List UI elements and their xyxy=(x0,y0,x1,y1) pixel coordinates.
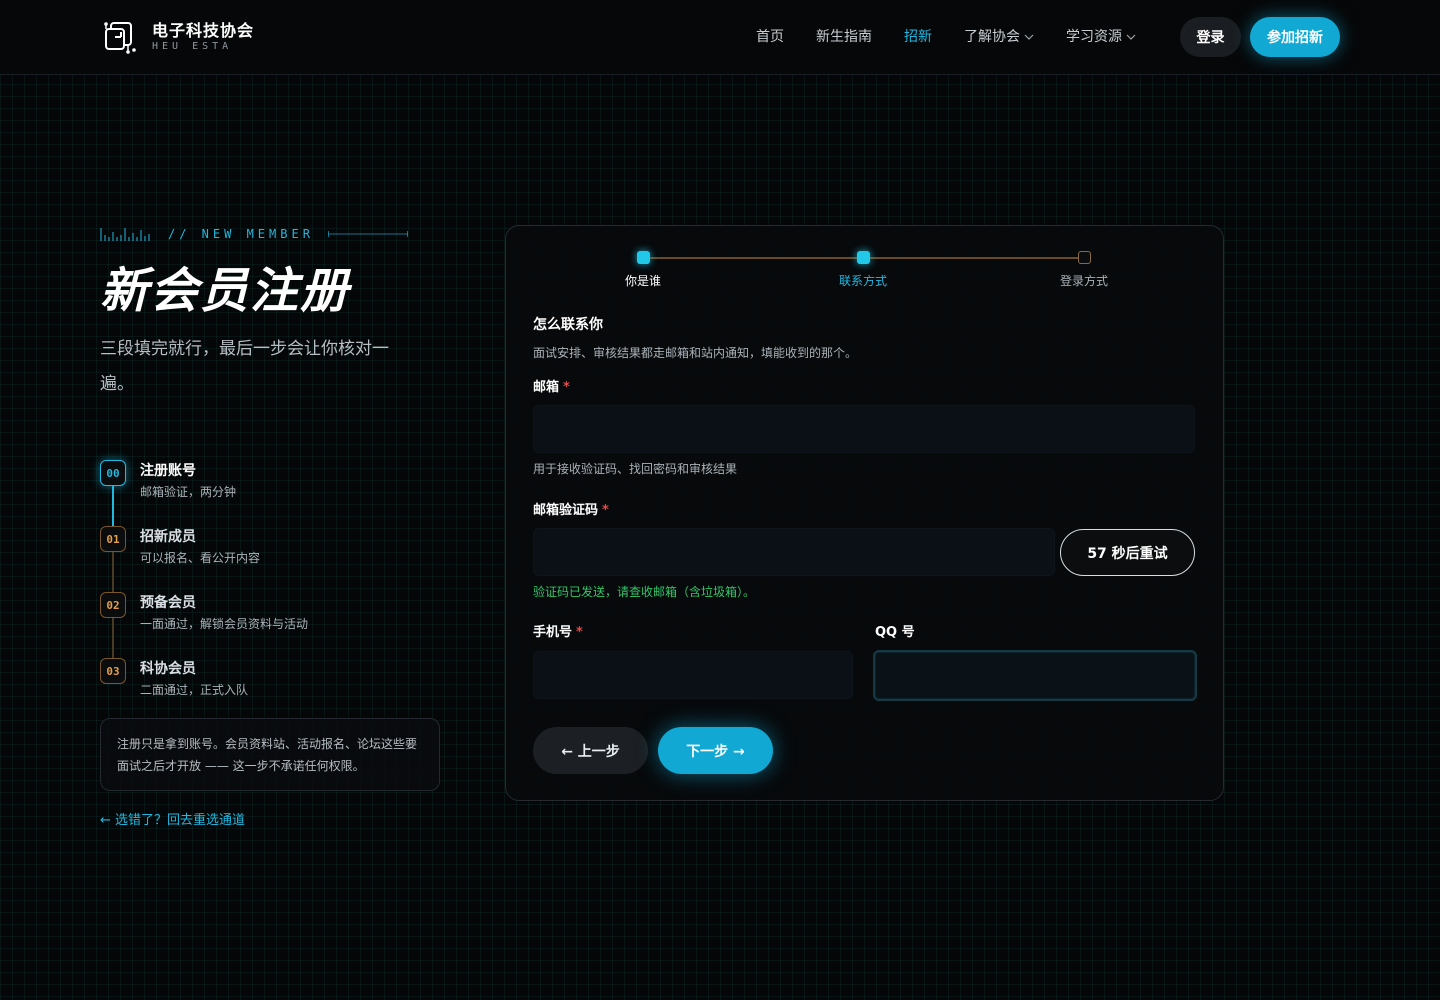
page-description: 三段填完就行，最后一步会让你核对一遍。 xyxy=(100,339,389,394)
progress-label-1: 你是谁 xyxy=(624,274,662,288)
kicker-label: // NEW MEMBER xyxy=(168,227,314,241)
step-title: 招新成员 xyxy=(140,529,196,545)
previous-step-button[interactable]: ← 上一步 xyxy=(533,727,648,774)
resend-code-button[interactable]: 57 秒后重试 xyxy=(1060,529,1195,576)
step-description: 一面通过，解锁会员资料与活动 xyxy=(140,617,309,631)
step-badge: 03 xyxy=(100,658,126,684)
nav-label: 学习资源 xyxy=(1066,29,1122,45)
step-badge: 01 xyxy=(100,526,126,552)
required-mark: * xyxy=(602,503,609,518)
email-code-field[interactable] xyxy=(533,528,1055,576)
membership-steps: 00 注册账号 邮箱验证，两分钟 01 招新成员 可以报名、看公开内容 02 预… xyxy=(100,460,308,724)
site-logo[interactable]: 电子科技协会 HEU ESTA xyxy=(102,18,254,54)
progress-node-3 xyxy=(1078,251,1091,264)
phone-field[interactable] xyxy=(533,651,853,699)
nav-item-freshman-guide[interactable]: 新生指南 xyxy=(816,26,872,48)
nav-label: 新生指南 xyxy=(816,29,872,45)
nav-item-recruitment[interactable]: 招新 xyxy=(904,26,932,48)
step-description: 邮箱验证，两分钟 xyxy=(140,485,237,499)
progress-node-1 xyxy=(637,251,650,264)
registration-form-card xyxy=(505,225,1224,801)
step-connector xyxy=(112,486,114,526)
progress-label-3: 登录方式 xyxy=(1059,274,1109,288)
page-title: 新会员注册 xyxy=(100,263,351,319)
nav-label: 招新 xyxy=(904,29,932,45)
email-label-text: 邮箱 xyxy=(533,380,560,395)
form-progress xyxy=(636,250,1092,266)
nav-item-home[interactable]: 首页 xyxy=(756,26,784,48)
step-item: 00 注册账号 邮箱验证，两分钟 xyxy=(100,460,308,526)
qq-label: QQ 号 xyxy=(875,625,915,640)
step-connector xyxy=(112,552,114,592)
barcode-decoration-icon xyxy=(100,228,150,241)
step-badge: 00 xyxy=(100,460,126,486)
nav-item-resources[interactable]: 学习资源 xyxy=(1066,26,1136,48)
circuit-logo-icon xyxy=(104,22,136,54)
phone-label-text: 手机号 xyxy=(533,625,573,640)
chevron-down-icon xyxy=(1024,34,1034,40)
chevron-down-icon xyxy=(1126,34,1136,40)
section-kicker: // NEW MEMBER xyxy=(100,226,408,242)
step-connector xyxy=(112,618,114,658)
step-item: 02 预备会员 一面通过，解锁会员资料与活动 xyxy=(100,592,308,658)
nav-label: 首页 xyxy=(756,29,784,45)
step-item: 01 招新成员 可以报名、看公开内容 xyxy=(100,526,308,592)
line-decoration-icon xyxy=(327,231,408,237)
progress-label-2: 联系方式 xyxy=(838,274,888,288)
nav-item-about[interactable]: 了解协会 xyxy=(964,26,1034,48)
logo-title: 电子科技协会 xyxy=(152,20,255,40)
step-title: 预备会员 xyxy=(140,595,196,611)
step-description: 二面通过，正式入队 xyxy=(140,683,249,697)
main-nav: 首页 新生指南 招新 了解协会 学习资源 xyxy=(756,26,1168,48)
step-item: 03 科协会员 二面通过，正式入队 xyxy=(100,658,308,724)
email-code-label: 邮箱验证码 * xyxy=(533,501,609,521)
required-mark: * xyxy=(576,625,583,640)
code-sent-message: 验证码已发送，请查收邮箱（含垃圾箱）。 xyxy=(533,585,756,599)
email-hint: 用于接收验证码、找回密码和审核结果 xyxy=(533,462,738,476)
step-title: 科协会员 xyxy=(140,661,196,677)
progress-node-2 xyxy=(857,251,870,264)
join-recruitment-button[interactable]: 参加招新 xyxy=(1250,17,1340,57)
required-mark: * xyxy=(563,380,570,395)
back-to-channel-link[interactable]: ← 选错了？回去重选通道 xyxy=(100,810,245,832)
email-field[interactable] xyxy=(533,405,1195,453)
step-title: 注册账号 xyxy=(140,463,196,479)
email-code-label-text: 邮箱验证码 xyxy=(533,503,599,518)
qq-field[interactable] xyxy=(873,650,1197,701)
phone-label: 手机号 * xyxy=(533,623,583,643)
form-section-title: 怎么联系你 xyxy=(533,317,603,333)
info-note: 注册只是拿到账号。会员资料站、活动报名、论坛这些要面试之后才开放 —— 这一步不… xyxy=(100,718,440,791)
next-step-button[interactable]: 下一步 → xyxy=(658,727,773,774)
progress-segment-pending xyxy=(863,257,1084,259)
nav-label: 了解协会 xyxy=(964,29,1020,45)
step-badge: 02 xyxy=(100,592,126,618)
step-description: 可以报名、看公开内容 xyxy=(140,551,261,565)
form-section-description: 面试安排、审核结果都走邮箱和站内通知，填能收到的那个。 xyxy=(533,346,858,360)
email-label: 邮箱 * xyxy=(533,378,570,398)
progress-segment-done xyxy=(643,257,863,259)
login-button[interactable]: 登录 xyxy=(1180,17,1241,57)
logo-subtitle: HEU ESTA xyxy=(152,40,233,52)
top-navbar: 电子科技协会 HEU ESTA 首页 新生指南 招新 了解协会 学习资源 登录 … xyxy=(0,0,1440,75)
